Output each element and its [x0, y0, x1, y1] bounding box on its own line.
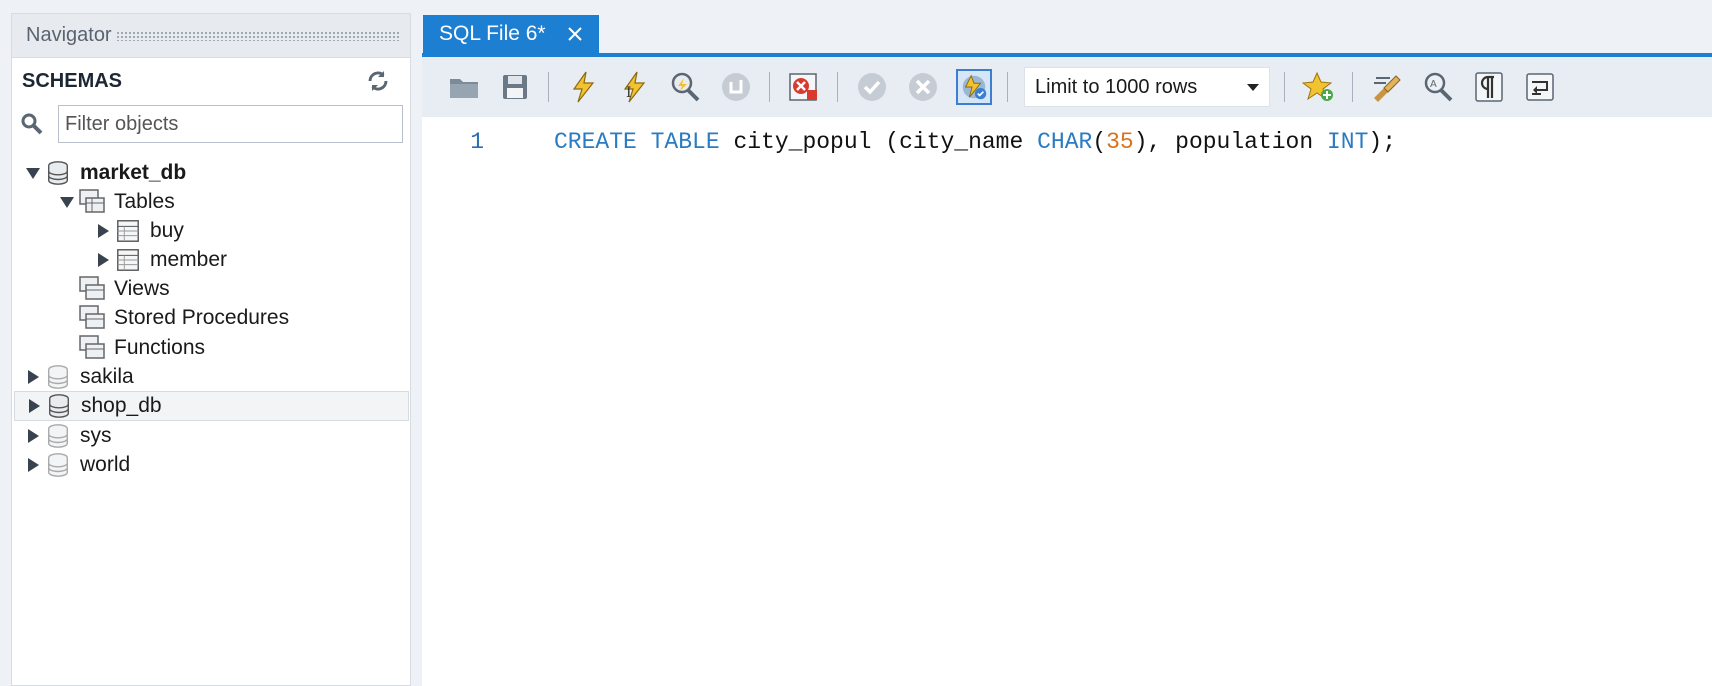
code-line: 1 CREATE TABLE city_popul (city_name CHA…	[422, 127, 1396, 157]
collapsed-triangle-icon[interactable]	[92, 220, 114, 242]
sql-number: 35	[1106, 129, 1134, 155]
refresh-icon[interactable]	[366, 69, 390, 93]
navigator-header: Navigator	[12, 14, 410, 58]
tree-item-label: Views	[114, 277, 170, 300]
explain-icon[interactable]	[667, 69, 703, 105]
tab-sql-file-6[interactable]: SQL File 6*	[423, 15, 599, 53]
database-icon	[44, 159, 72, 187]
rollback-icon[interactable]	[905, 69, 941, 105]
expanded-triangle-icon[interactable]	[22, 162, 44, 184]
table-folder-icon	[78, 188, 106, 216]
functions-folder-icon	[78, 334, 106, 362]
database-icon	[44, 451, 72, 479]
navigator-panel: Navigator SCHEMAS Filter objects market_…	[11, 13, 411, 686]
editor-panel: SQL File 6* I Limit to 1000 rows A 1 CRE…	[422, 13, 1712, 686]
toolbar-separator	[1284, 72, 1285, 102]
commit-icon[interactable]	[854, 69, 890, 105]
tree-item-label: member	[150, 248, 228, 271]
tree-item-stored-procedures[interactable]: Stored Procedures	[12, 303, 410, 333]
tree-item-label: buy	[150, 219, 184, 242]
sql-text: ), population	[1133, 129, 1327, 155]
limit-rows-value: Limit to 1000 rows	[1035, 75, 1198, 98]
database-icon	[45, 392, 73, 420]
sql-text: city_popul (city_name	[719, 129, 1038, 155]
database-icon	[44, 363, 72, 391]
tree-item-tables[interactable]: Tables	[12, 187, 410, 217]
collapsed-triangle-icon[interactable]	[23, 395, 45, 417]
editor-tabbar: SQL File 6*	[422, 13, 1712, 57]
views-folder-icon	[78, 275, 106, 303]
schema-sys[interactable]: sys	[12, 421, 410, 451]
table-icon	[114, 217, 142, 245]
tree-item-label: Tables	[114, 190, 175, 213]
sql-text: );	[1368, 129, 1396, 155]
autocommit-icon[interactable]	[956, 69, 992, 105]
table-buy[interactable]: buy	[12, 216, 410, 246]
invisible-chars-icon[interactable]	[1471, 69, 1507, 105]
filter-objects-input[interactable]	[58, 105, 403, 143]
toolbar-separator	[1007, 72, 1008, 102]
bookmark-add-icon[interactable]	[1301, 69, 1337, 105]
schema-market-db[interactable]: market_db	[12, 158, 410, 188]
sql-keyword: CHAR	[1037, 129, 1093, 155]
execute-cursor-icon[interactable]: I	[616, 69, 652, 105]
filter-row	[12, 104, 410, 144]
sql-statement[interactable]: CREATE TABLE city_popul (city_name CHAR(…	[554, 129, 1396, 155]
schema-shop-db[interactable]: shop_db	[14, 391, 409, 421]
tree-item-functions[interactable]: Functions	[12, 333, 410, 363]
toolbar-separator	[769, 72, 770, 102]
save-icon[interactable]	[497, 69, 533, 105]
schemas-label: SCHEMAS	[22, 69, 123, 92]
svg-text:I: I	[626, 85, 632, 101]
wrap-icon[interactable]	[1522, 69, 1558, 105]
beautify-icon[interactable]	[1369, 69, 1405, 105]
schemas-bar: SCHEMAS	[12, 58, 410, 104]
toolbar-separator	[1352, 72, 1353, 102]
schema-label: shop_db	[81, 394, 162, 417]
sql-keyword: INT	[1326, 129, 1369, 155]
search-icon	[20, 112, 44, 136]
tree-item-label: Stored Procedures	[114, 306, 290, 329]
procedures-folder-icon	[78, 304, 106, 332]
schema-world[interactable]: world	[12, 450, 410, 480]
collapsed-triangle-icon[interactable]	[22, 425, 44, 447]
database-icon	[44, 422, 72, 450]
svg-text:A: A	[1430, 79, 1437, 90]
table-member[interactable]: member	[12, 245, 410, 275]
expanded-triangle-icon[interactable]	[56, 191, 78, 213]
find-icon[interactable]: A	[1420, 69, 1456, 105]
schema-label: world	[80, 453, 131, 476]
collapsed-triangle-icon[interactable]	[22, 366, 44, 388]
tree-item-views[interactable]: Views	[12, 274, 410, 304]
table-icon	[114, 246, 142, 274]
tree-item-label: Functions	[114, 336, 206, 359]
schema-sakila[interactable]: sakila	[12, 362, 410, 392]
open-folder-icon[interactable]	[446, 69, 482, 105]
sql-keyword: CREATE TABLE	[554, 129, 720, 155]
stop-icon[interactable]	[718, 69, 754, 105]
error-toggle-icon[interactable]	[786, 69, 822, 105]
navigator-title: Navigator	[26, 24, 112, 46]
execute-icon[interactable]	[565, 69, 601, 105]
toolbar-separator	[548, 72, 549, 102]
sql-toolbar: I Limit to 1000 rows A	[422, 57, 1712, 117]
schema-label: market_db	[80, 161, 187, 184]
toolbar-separator	[837, 72, 838, 102]
close-icon[interactable]	[565, 24, 585, 44]
limit-rows-select[interactable]: Limit to 1000 rows	[1024, 67, 1270, 107]
navigator-drag-handle[interactable]	[115, 30, 400, 41]
collapsed-triangle-icon[interactable]	[22, 454, 44, 476]
schema-label: sakila	[80, 365, 134, 388]
collapsed-triangle-icon[interactable]	[92, 249, 114, 271]
sql-text: (	[1092, 129, 1107, 155]
schema-label: sys	[80, 424, 112, 447]
chevron-down-icon	[1247, 83, 1259, 91]
line-number: 1	[470, 129, 484, 155]
sql-editor[interactable]: 1 CREATE TABLE city_popul (city_name CHA…	[422, 117, 1712, 686]
tab-label: SQL File 6*	[439, 22, 546, 45]
